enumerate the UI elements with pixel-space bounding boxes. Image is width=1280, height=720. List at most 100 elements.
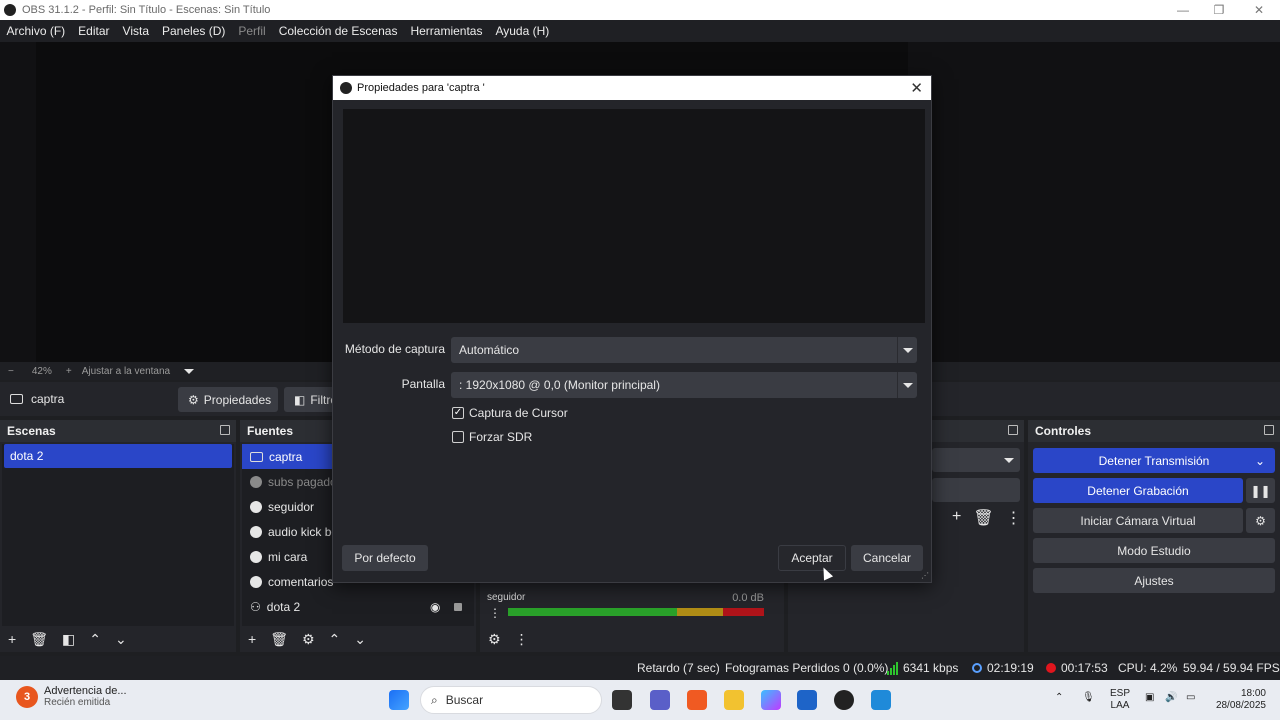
recording-time-value: 00:17:53 [1061, 661, 1108, 675]
transition-menu-icon[interactable]: ⋮ [1006, 508, 1022, 528]
selected-source-name: captra [31, 392, 65, 406]
keyboard-language[interactable]: ESP LAA [1110, 688, 1130, 712]
move-down-icon[interactable]: ⌄ [354, 631, 366, 648]
menu-editar[interactable]: Editar [72, 24, 116, 38]
duration-spinbox[interactable] [932, 478, 1020, 502]
settings-button[interactable]: Ajustes [1033, 568, 1275, 593]
file-explorer-icon[interactable] [724, 690, 744, 710]
force-sdr-label: Forzar SDR [469, 430, 533, 444]
dropdown-arrow-icon [897, 337, 917, 363]
window-titlebar: OBS 31.1.2 - Perfil: Sin Título - Escena… [0, 0, 1280, 20]
status-bar: Retardo (7 sec) Fotogramas Perdidos 0 (0… [0, 656, 1280, 680]
source-item[interactable]: ⚇ dota 2 ◉ [242, 594, 474, 619]
stop-recording-button[interactable]: Detener Grabación [1033, 478, 1243, 503]
cancel-button[interactable]: Cancelar [851, 545, 923, 571]
zoom-fit-select[interactable]: Ajustar a la ventana [82, 366, 170, 377]
menu-coleccion-escenas[interactable]: Colección de Escenas [272, 24, 404, 38]
visibility-eye-icon[interactable]: ◉ [430, 600, 440, 614]
clock-time: 18:00 [1240, 688, 1266, 699]
zoom-dropdown-icon[interactable] [184, 368, 195, 374]
add-source-icon[interactable]: + [248, 631, 256, 647]
move-up-icon[interactable]: ⌃ [329, 631, 341, 648]
menu-ayuda[interactable]: Ayuda (H) [489, 24, 556, 38]
microphone-icon[interactable]: 🎙 [1082, 692, 1095, 704]
transition-actions: + 🗑 ⋮ [952, 508, 1022, 528]
display-select[interactable]: : 1920x1080 @ 0,0 (Monitor principal) [451, 372, 917, 398]
resize-grip-icon[interactable]: ⋰ [921, 571, 929, 580]
scene-item[interactable]: dota 2 [4, 444, 232, 468]
cursor-capture-checkbox[interactable]: ✓ Captura de Cursor [452, 406, 568, 420]
close-icon[interactable]: ✕ [910, 79, 923, 97]
brave-browser-icon[interactable] [687, 690, 707, 710]
chevron-up-icon[interactable]: ⌃ [1055, 692, 1063, 704]
dialog-titlebar: Propiedades para 'captra ' ✕ [333, 76, 931, 100]
teams-icon[interactable] [650, 690, 670, 710]
mixer-menu-icon[interactable]: ⋮ [515, 631, 529, 648]
checkbox-checked-icon[interactable]: ✓ [452, 407, 464, 419]
undock-icon[interactable] [220, 425, 230, 435]
virtual-camera-settings-button[interactable]: ⚙ [1246, 508, 1275, 533]
source-settings-gear-icon[interactable]: ⚙ [302, 631, 315, 648]
language-code: ESP [1110, 688, 1131, 699]
windows-start-icon[interactable] [389, 690, 409, 710]
start-virtual-camera-button[interactable]: Iniciar Cámara Virtual [1033, 508, 1243, 533]
mixer-footer: ⚙ ⋮ [480, 626, 784, 652]
ok-button[interactable]: Aceptar [778, 545, 846, 571]
taskbar-search[interactable]: ⌕ Buscar [420, 686, 602, 714]
windows-taskbar: 3 Advertencia de... Recién emitida ⌕ Bus… [0, 680, 1280, 720]
clock[interactable]: 18:00 28/08/2025 [1210, 688, 1266, 712]
undock-icon[interactable] [1264, 425, 1274, 435]
undock-icon[interactable] [1008, 425, 1018, 435]
copilot-icon[interactable] [761, 690, 781, 710]
minimize-button[interactable]: — [1164, 0, 1202, 20]
remove-transition-icon[interactable]: 🗑 [973, 508, 993, 528]
advanced-audio-gear-icon[interactable]: ⚙ [488, 631, 501, 648]
menu-vista[interactable]: Vista [116, 24, 155, 38]
menu-paneles[interactable]: Paneles (D) [156, 24, 232, 38]
menu-archivo[interactable]: Archivo (F) [0, 24, 72, 38]
monitor-icon [10, 394, 23, 404]
gear-icon: ⚙ [1255, 513, 1266, 528]
move-down-icon[interactable]: ⌄ [115, 631, 127, 648]
close-window-button[interactable]: ✕ [1240, 0, 1278, 20]
fps-status: 59.94 / 59.94 FPS [1183, 661, 1280, 675]
microsoft-store-icon[interactable] [797, 690, 817, 710]
zoom-in-button[interactable]: + [66, 366, 72, 377]
display-value: : 1920x1080 @ 0,0 (Monitor principal) [459, 378, 660, 392]
record-status-icon [1046, 663, 1056, 673]
lock-icon[interactable] [454, 603, 462, 611]
move-up-icon[interactable]: ⌃ [89, 631, 101, 648]
remove-source-icon[interactable]: 🗑 [270, 631, 288, 648]
notification-widget[interactable]: 3 Advertencia de... Recién emitida [16, 685, 127, 708]
channel-menu-icon[interactable]: ⋮ [489, 606, 501, 620]
studio-mode-button[interactable]: Modo Estudio [1033, 538, 1275, 563]
checkbox-unchecked-icon[interactable] [452, 431, 464, 443]
app-window-icon[interactable] [871, 690, 891, 710]
properties-label: Propiedades [203, 392, 272, 407]
gear-icon: ⚙ [188, 392, 199, 407]
zoom-out-button[interactable]: − [8, 366, 14, 377]
stream-delay: Retardo (7 sec) [637, 661, 720, 675]
pause-recording-button[interactable]: ❚❚ [1246, 478, 1275, 503]
capture-method-select[interactable]: Automático [451, 337, 917, 363]
warning-icon: 3 [16, 685, 38, 708]
globe-icon [250, 525, 262, 538]
scene-filters-icon[interactable]: ◧ [62, 631, 75, 648]
menu-herramientas[interactable]: Herramientas [404, 24, 489, 38]
add-scene-icon[interactable]: + [8, 631, 16, 647]
battery-icon[interactable]: ▭ [1186, 692, 1195, 704]
force-sdr-checkbox[interactable]: Forzar SDR [452, 430, 532, 444]
volume-icon[interactable]: 🔊 [1165, 692, 1177, 704]
menu-perfil[interactable]: Perfil [232, 24, 272, 38]
properties-button[interactable]: ⚙ Propiedades [178, 387, 278, 412]
obs-taskbar-icon[interactable] [834, 690, 854, 710]
add-transition-icon[interactable]: + [952, 508, 961, 528]
transition-select[interactable] [932, 448, 1020, 472]
defaults-button[interactable]: Por defecto [342, 545, 428, 571]
maximize-button[interactable]: ❐ [1200, 0, 1238, 20]
network-icon[interactable]: ▣ [1145, 692, 1154, 704]
remove-scene-icon[interactable]: 🗑 [30, 631, 48, 648]
task-view-icon[interactable] [612, 690, 632, 710]
source-label: subs pagado [268, 474, 337, 489]
stop-stream-button[interactable]: Detener Transmisión ⌄ [1033, 448, 1275, 473]
